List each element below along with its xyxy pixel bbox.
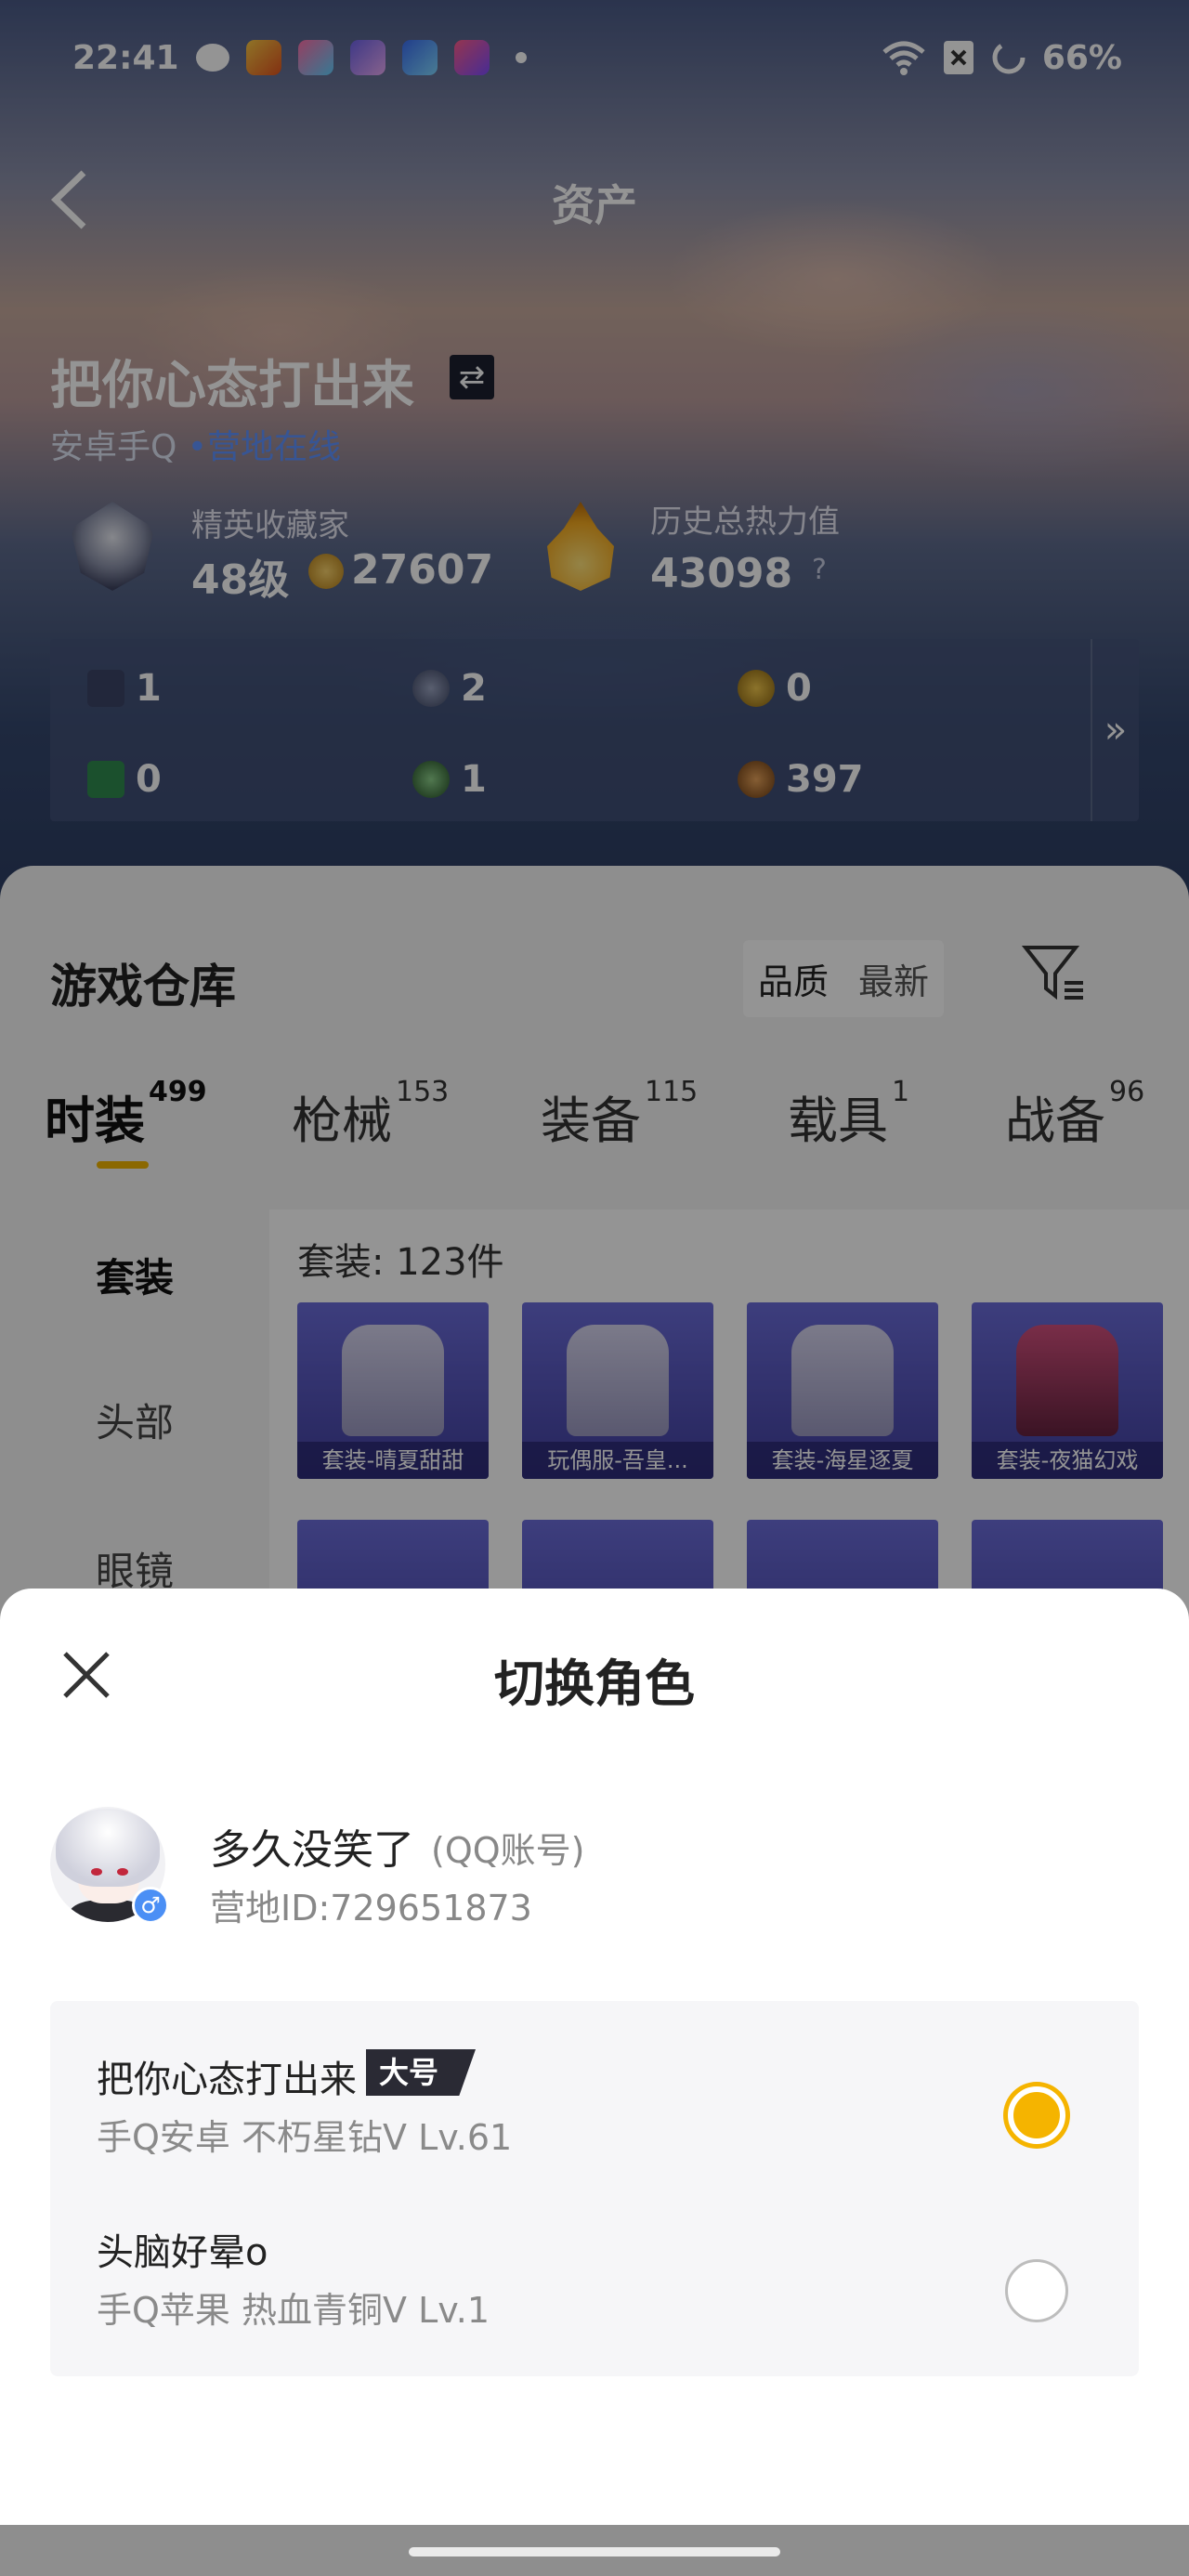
- role-list: 把你心态打出来 大号 手Q安卓 不朽星钻V Lv.61 头脑好晕o 手Q苹果 热…: [50, 2001, 1139, 2376]
- account-row: ♂ 多久没笑了 (QQ账号) 营地ID:729651873: [50, 1807, 1139, 1937]
- role-info: 手Q安卓 不朽星钻V Lv.61: [97, 2117, 513, 2158]
- role-name: 把你心态打出来: [97, 2059, 357, 2101]
- role-item[interactable]: 把你心态打出来 大号 手Q安卓 不朽星钻V Lv.61: [50, 2018, 1139, 2190]
- sheet-title: 切换角色: [494, 1654, 695, 1713]
- role-item[interactable]: 头脑好晕o 手Q苹果 热血青铜V Lv.1: [50, 2190, 1139, 2363]
- role-name: 头脑好晕o: [97, 2231, 268, 2274]
- radio-selected-icon[interactable]: [1008, 2086, 1065, 2144]
- main-account-badge: 大号: [366, 2049, 477, 2096]
- male-icon: ♂: [132, 1887, 169, 1924]
- account-name: 多久没笑了: [210, 1826, 414, 1874]
- account-type: (QQ账号): [431, 1830, 585, 1871]
- switch-role-sheet: 切换角色 ♂ 多久没笑了 (QQ账号) 营地ID:729651873 把你心态打…: [0, 1589, 1189, 2525]
- radio-unselected-icon[interactable]: [1005, 2259, 1068, 2322]
- role-info: 手Q苹果 热血青铜V Lv.1: [97, 2290, 490, 2331]
- camp-id: 营地ID:729651873: [210, 1888, 532, 1929]
- home-indicator[interactable]: [409, 2547, 780, 2556]
